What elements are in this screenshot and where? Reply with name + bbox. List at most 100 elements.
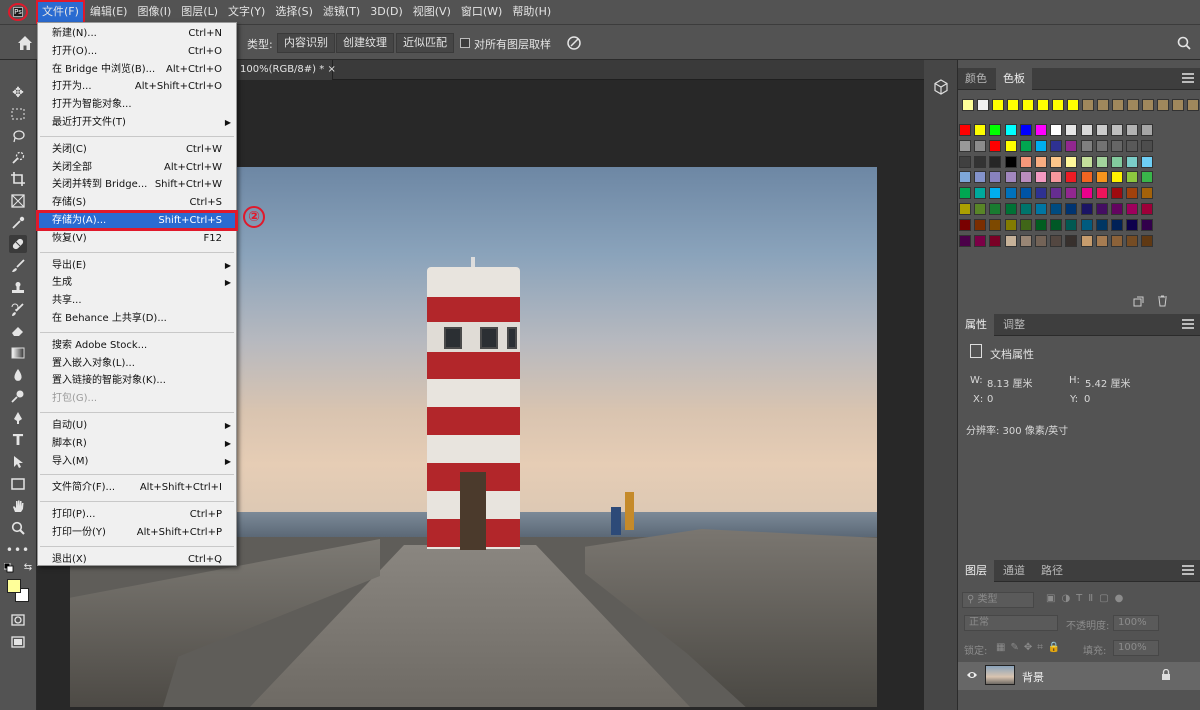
recent-swatch[interactable] [1127,99,1139,111]
menu-item-3[interactable]: 图层(L) [176,0,223,24]
color-swatch[interactable] [989,171,1002,184]
app-logo[interactable]: Ps [8,3,28,21]
color-swatch[interactable] [1004,234,1017,247]
tab-adjustments[interactable]: 调整 [996,314,1032,336]
dodge-tool-icon[interactable] [9,387,27,405]
menu-item-4[interactable]: 文字(Y) [223,0,270,24]
swap-colors-icon[interactable]: ⇆ [22,561,34,573]
color-swatch[interactable] [1004,171,1017,184]
tab-layers[interactable]: 图层 [958,560,994,582]
color-swatch[interactable] [1111,187,1123,200]
color-swatch[interactable] [1111,234,1123,247]
quick-mask-icon[interactable] [9,611,27,629]
color-swatch[interactable] [989,218,1002,231]
marquee-tool-icon[interactable] [9,105,27,123]
color-swatch[interactable] [989,234,1002,247]
color-swatch[interactable] [1004,139,1017,152]
color-swatch[interactable] [1141,124,1154,136]
file-menu-item[interactable]: 共享... [38,292,236,309]
file-menu-item[interactable]: 新建(N)... Ctrl+N [38,25,236,42]
3d-panel-icon[interactable] [933,79,949,95]
recent-swatch[interactable] [1067,99,1079,111]
tab-paths[interactable]: 路径 [1034,560,1070,582]
file-menu-item[interactable]: 恢复(V) F12 [38,230,236,247]
menu-item-5[interactable]: 选择(S) [270,0,318,24]
eye-icon[interactable] [966,669,978,681]
color-swatch[interactable] [959,203,971,215]
file-menu-item[interactable]: 打印一份(Y) Alt+Shift+Ctrl+P [38,524,236,541]
color-swatch[interactable] [989,124,1002,136]
file-menu-item[interactable]: 打开(O)... Ctrl+O [38,43,236,60]
color-swatch[interactable] [1080,171,1093,184]
color-swatch[interactable] [959,187,971,200]
file-menu-item[interactable]: 导入(M) ▶ [38,453,236,470]
color-swatch[interactable] [1019,187,1032,200]
file-menu-item[interactable]: 关闭并转到 Bridge... Shift+Ctrl+W [38,176,236,193]
color-swatch[interactable] [1141,218,1154,231]
color-swatch[interactable] [959,234,971,247]
blend-mode-select[interactable]: 正常 [964,615,1058,631]
quick-selection-tool-icon[interactable] [9,149,27,167]
file-menu-item[interactable]: 脚本(R) ▶ [38,435,236,452]
color-swatch[interactable] [974,171,987,184]
color-swatch[interactable] [1035,234,1047,247]
color-swatch[interactable] [974,139,987,152]
color-swatch[interactable] [1035,187,1047,200]
color-swatch[interactable] [1111,203,1123,215]
foreground-color-swatch[interactable] [7,579,21,593]
zoom-tool-icon[interactable] [9,519,27,537]
color-swatch[interactable] [1065,218,1078,231]
menu-item-8[interactable]: 视图(V) [408,0,456,24]
tab-color[interactable]: 颜色 [958,68,994,90]
color-swatch[interactable] [1019,234,1032,247]
color-swatch[interactable] [1050,124,1063,136]
color-swatch[interactable] [1035,218,1047,231]
color-swatch[interactable] [989,203,1002,215]
panel-menu-icon[interactable] [1182,565,1194,575]
file-menu-item[interactable]: 导出(E) ▶ [38,257,236,274]
document-tab[interactable]: 100%(RGB/8#) * × [237,60,336,80]
color-swatch[interactable] [1141,234,1154,247]
healing-brush-tool-icon[interactable] [9,235,27,253]
move-tool-icon[interactable]: ✥ [9,84,27,102]
file-menu-item[interactable]: 置入链接的智能对象(K)... [38,372,236,389]
color-swatch[interactable] [1065,155,1078,168]
color-swatch[interactable] [1065,203,1078,215]
color-swatch[interactable] [1126,139,1139,152]
color-swatch[interactable] [974,203,987,215]
color-swatch[interactable] [1126,187,1139,200]
color-swatch[interactable] [974,234,987,247]
color-swatch[interactable] [1035,139,1047,152]
menu-item-7[interactable]: 3D(D) [365,0,408,24]
color-swatch[interactable] [1065,124,1078,136]
color-swatch[interactable] [1050,171,1063,184]
sample-all-layers-checkbox[interactable] [460,38,470,48]
menu-item-1[interactable]: 编辑(E) [85,0,133,24]
file-menu-item[interactable]: 退出(X) Ctrl+Q [38,551,236,568]
rectangle-tool-icon[interactable] [9,475,27,493]
file-menu-item[interactable]: 在 Behance 上共享(D)... [38,310,236,327]
file-menu-item[interactable]: 打印(P)... Ctrl+P [38,506,236,523]
blur-tool-icon[interactable] [9,366,27,384]
recent-swatch[interactable] [1157,99,1169,111]
lasso-tool-icon[interactable] [9,127,27,145]
color-swatch[interactable] [1141,139,1154,152]
eyedropper-tool-icon[interactable] [9,214,27,232]
layer-filter-select[interactable]: ⚲ 类型 [962,592,1034,608]
color-swatch[interactable] [1019,203,1032,215]
color-swatch[interactable] [959,171,971,184]
color-swatch[interactable] [1004,187,1017,200]
recent-swatch[interactable] [962,99,974,111]
color-swatch[interactable] [1019,155,1032,168]
color-swatch[interactable] [1065,234,1078,247]
crop-tool-icon[interactable] [9,170,27,188]
color-swatch[interactable] [1019,171,1032,184]
color-swatch[interactable] [974,187,987,200]
file-menu-item[interactable]: 存储为(A)... Shift+Ctrl+S [36,210,238,231]
pen-tool-icon[interactable] [9,409,27,427]
color-swatch[interactable] [1035,155,1047,168]
y-value[interactable]: 0 [1084,394,1090,405]
menu-item-0[interactable]: 文件(F) [36,0,85,24]
color-swatch[interactable] [959,155,971,168]
color-swatch[interactable] [1095,234,1108,247]
